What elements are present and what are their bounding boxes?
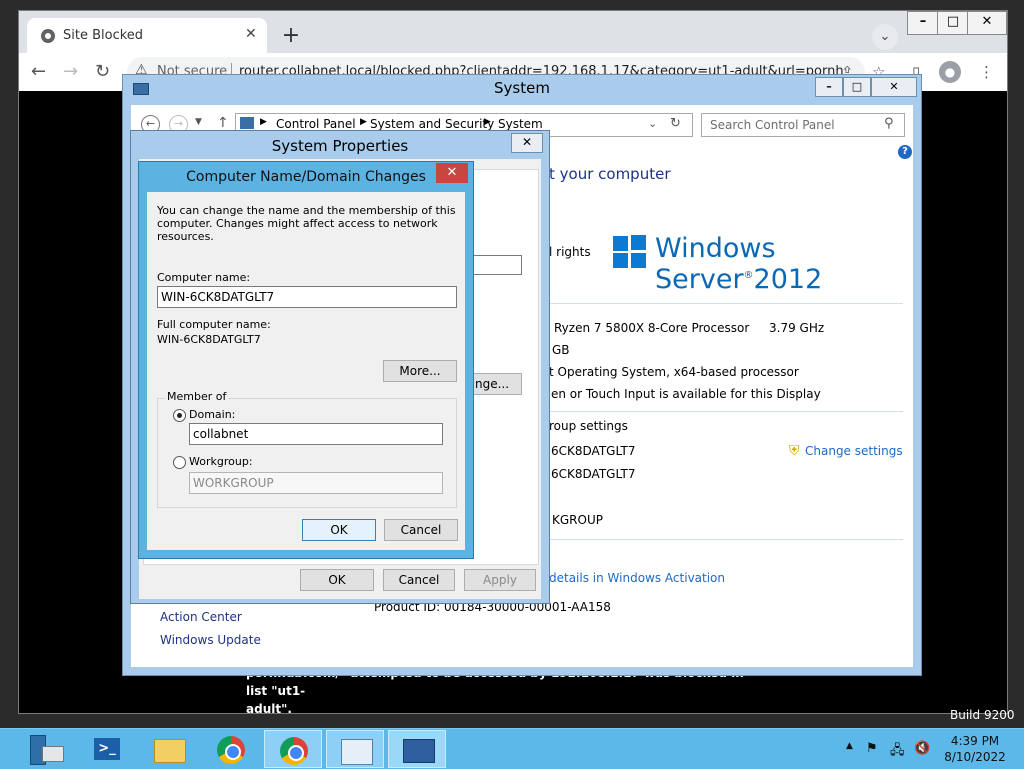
- domain-radio[interactable]: [173, 409, 186, 422]
- computer-name-value: 6CK8DATGLT7: [551, 444, 636, 458]
- tab-search-chevron-icon[interactable]: ⌄: [872, 24, 898, 50]
- show-hidden-icons-icon[interactable]: ▲: [846, 741, 853, 751]
- clock-time: 4:39 PM: [950, 734, 1000, 748]
- ok-button[interactable]: OK: [302, 519, 376, 541]
- change-settings-link[interactable]: Change settings: [805, 444, 903, 458]
- close-button[interactable]: ✕: [871, 77, 917, 97]
- flag-icon[interactable]: ⚑: [866, 741, 878, 756]
- logo-version: 2012: [753, 264, 823, 295]
- maximize-button[interactable]: □: [843, 77, 871, 97]
- control-panel-icon[interactable]: [326, 730, 384, 768]
- domain-input[interactable]: collabnet: [189, 423, 443, 445]
- reload-icon[interactable]: ↻: [95, 61, 110, 82]
- dialog-title: Computer Name/Domain Changes: [186, 169, 426, 185]
- search-placeholder: Search Control Panel: [710, 118, 835, 132]
- rights-text: l rights: [549, 245, 591, 259]
- shield-icon: ⛨: [789, 443, 800, 459]
- menu-kebab-icon[interactable]: ⋮: [979, 63, 994, 81]
- globe-icon: [41, 29, 55, 43]
- tab-site-blocked[interactable]: Site Blocked ✕: [27, 18, 267, 53]
- system-properties-icon[interactable]: [388, 730, 446, 768]
- cancel-button[interactable]: Cancel: [384, 519, 458, 541]
- system-type-value: t Operating System, x64-based processor: [549, 365, 799, 379]
- breadcrumb-system[interactable]: System: [498, 117, 543, 131]
- profile-avatar-icon[interactable]: ●: [939, 61, 961, 83]
- see-also-windows-update[interactable]: Windows Update: [160, 633, 261, 647]
- full-computer-name-value: 6CK8DATGLT7: [551, 467, 636, 481]
- search-icon[interactable]: ⚲: [884, 116, 894, 131]
- dialog-body: You can change the name and the membersh…: [147, 192, 465, 550]
- divider: [549, 411, 903, 412]
- workgroup-radio[interactable]: [173, 456, 186, 469]
- cancel-button[interactable]: Cancel: [383, 569, 455, 591]
- pen-touch-value: en or Touch Input is available for this …: [551, 387, 821, 401]
- file-explorer-icon[interactable]: [140, 730, 198, 768]
- breadcrumb-separator: ▶: [260, 117, 267, 127]
- new-tab-button[interactable]: +: [277, 25, 305, 49]
- maximize-button[interactable]: □: [937, 11, 969, 35]
- chevron-down-icon[interactable]: ⌄: [648, 117, 657, 130]
- workgroup-settings-heading: roup settings: [549, 419, 628, 433]
- control-panel-icon: [240, 117, 254, 129]
- taskbar: >_ ▲ ⚑ 🖧 🔇 4:39 PM 8/10/2022: [0, 728, 1024, 769]
- recent-pages-icon[interactable]: ▼: [195, 117, 202, 127]
- clock[interactable]: 4:39 PM 8/10/2022: [940, 733, 1010, 765]
- tab-close-icon[interactable]: ✕: [245, 26, 257, 42]
- workgroup-label: Workgroup:: [189, 455, 253, 468]
- processor-value: Ryzen 7 5800X 8-Core Processor: [554, 321, 750, 335]
- forward-arrow-icon[interactable]: →: [63, 61, 78, 82]
- member-of-label: Member of: [165, 390, 229, 403]
- breadcrumb-separator: ▶: [360, 117, 367, 127]
- close-button[interactable]: ✕: [436, 163, 468, 183]
- chrome-active-icon[interactable]: [264, 730, 322, 768]
- server-manager-icon[interactable]: [16, 730, 74, 768]
- dialog-title: System Properties: [271, 137, 409, 155]
- divider: [549, 303, 903, 304]
- breadcrumb-separator: ▶: [484, 117, 491, 127]
- full-computer-name-label: Full computer name:: [157, 318, 271, 331]
- blocked-message-line2: adult".: [246, 702, 292, 716]
- tab-strip: Site Blocked ✕ + ⌄ – □ ✕: [19, 11, 1007, 53]
- domain-label: Domain:: [189, 408, 236, 421]
- minimize-button[interactable]: –: [907, 11, 939, 35]
- dialog-description: You can change the name and the membersh…: [157, 204, 456, 243]
- build-watermark: Build 9200: [950, 708, 1015, 722]
- ok-button[interactable]: OK: [300, 569, 374, 591]
- more-button[interactable]: More...: [383, 360, 457, 382]
- full-computer-name-value: WIN-6CK8DATGLT7: [157, 333, 261, 346]
- activation-details-link[interactable]: details in Windows Activation: [549, 571, 725, 585]
- breadcrumb-system-security[interactable]: System and Security: [370, 117, 494, 131]
- page-heading: t your computer: [549, 165, 671, 183]
- refresh-icon[interactable]: ↻: [670, 116, 681, 131]
- workgroup-value: KGROUP: [552, 513, 603, 527]
- chrome-icon[interactable]: [202, 730, 260, 768]
- computer-name-label: Computer name:: [157, 271, 251, 284]
- apply-button[interactable]: Apply: [464, 569, 536, 591]
- computer-name-dialog: Computer Name/Domain Changes ✕ You can c…: [138, 161, 474, 559]
- breadcrumb-control-panel[interactable]: Control Panel: [276, 117, 356, 131]
- minimize-button[interactable]: –: [815, 77, 843, 97]
- processor-speed: 3.79 GHz: [769, 321, 825, 335]
- ram-value: GB: [552, 343, 570, 357]
- search-field[interactable]: Search Control Panel ⚲: [701, 113, 905, 137]
- workgroup-input[interactable]: WORKGROUP: [189, 472, 443, 494]
- powershell-icon[interactable]: >_: [78, 730, 136, 768]
- windows-logo-icon: [613, 235, 647, 269]
- tab-title: Site Blocked: [63, 28, 144, 43]
- close-button[interactable]: ✕: [967, 11, 1007, 35]
- see-also-action-center[interactable]: Action Center: [160, 610, 242, 624]
- volume-muted-icon[interactable]: 🔇: [914, 741, 930, 756]
- window-title: System: [494, 79, 550, 97]
- close-button[interactable]: ✕: [511, 133, 543, 153]
- computer-name-input[interactable]: WIN-6CK8DATGLT7: [157, 286, 457, 308]
- network-icon[interactable]: 🖧: [890, 741, 905, 763]
- windows-server-logo-text: Windows Server®2012: [655, 233, 823, 295]
- back-arrow-icon[interactable]: ←: [31, 61, 46, 82]
- divider: [549, 539, 903, 540]
- clock-date: 8/10/2022: [944, 750, 1006, 764]
- up-arrow-icon[interactable]: ↑: [217, 115, 229, 131]
- help-icon[interactable]: ?: [898, 145, 912, 159]
